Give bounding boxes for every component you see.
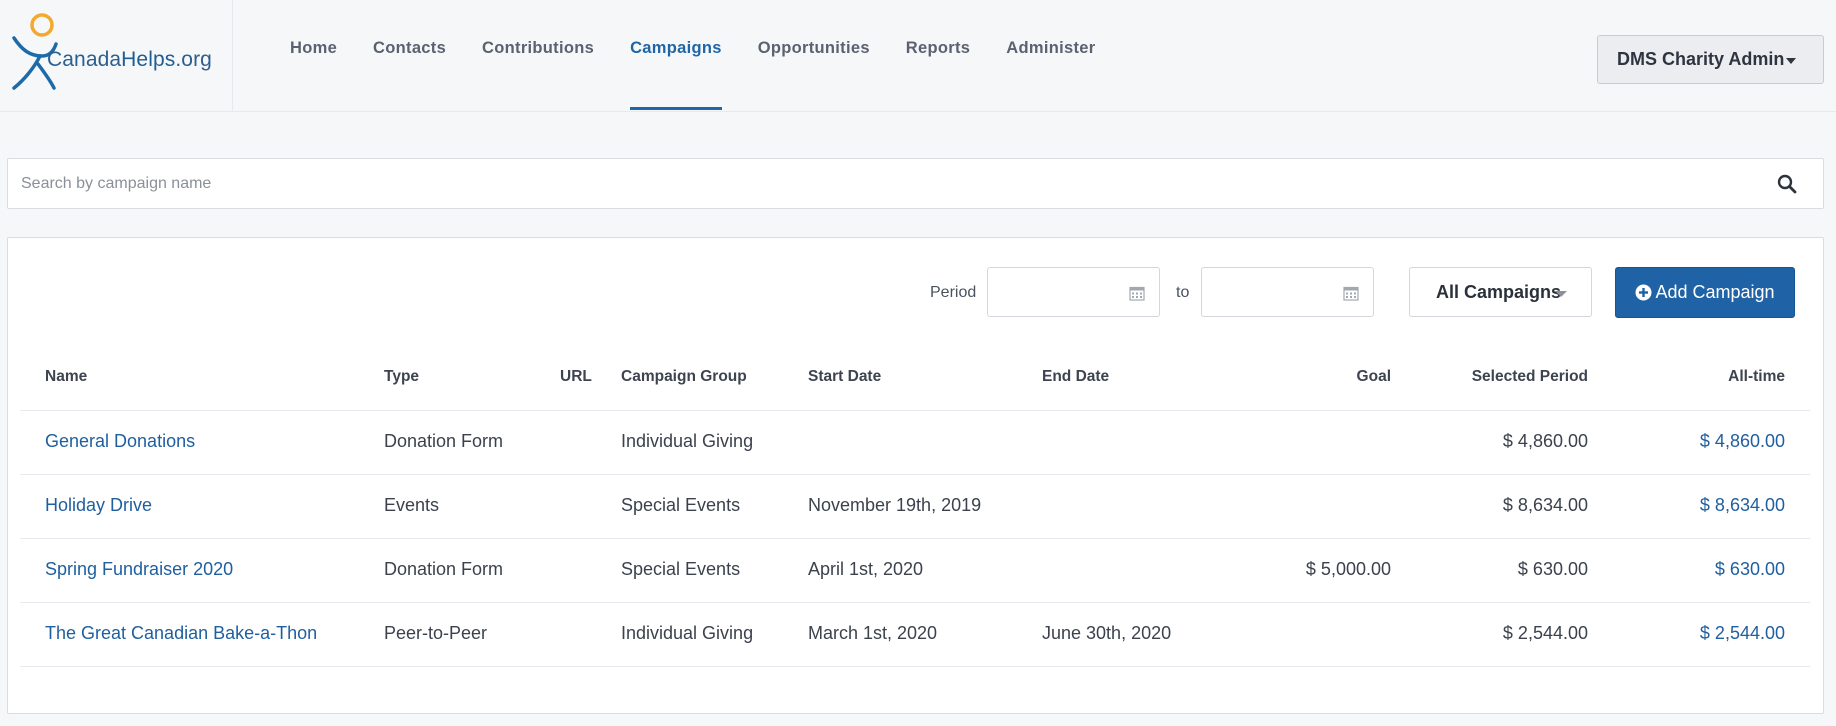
campaign-type: Donation Form xyxy=(384,431,504,451)
campaign-name-link[interactable]: General Donations xyxy=(45,431,195,452)
campaign-all-time-link[interactable]: $ 8,634.00 xyxy=(1700,495,1785,516)
campaign-selected-period-amount: $ 4,860.00 xyxy=(1502,431,1588,451)
campaign-start-date: November 19th, 2019 xyxy=(808,495,982,515)
campaign-start-date: April 1st, 2020 xyxy=(808,559,924,579)
brand-logo[interactable]: CanadaHelps.org xyxy=(0,0,233,111)
table-row: Holiday Drive Events Special Events Nove… xyxy=(20,475,1810,539)
campaign-all-time-link[interactable]: $ 2,544.00 xyxy=(1700,623,1785,644)
header-start-date[interactable]: Start Date xyxy=(808,368,881,386)
campaign-type: Peer-to-Peer xyxy=(384,623,488,643)
campaign-start-date: March 1st, 2020 xyxy=(808,623,938,643)
search-icon[interactable] xyxy=(1777,174,1797,194)
chevron-down-icon xyxy=(1786,58,1796,64)
table-row: The Great Canadian Bake-a-Thon Peer-to-P… xyxy=(20,603,1810,667)
top-header: CanadaHelps.org Home Contacts Contributi… xyxy=(0,0,1836,112)
header-campaign-group[interactable]: Campaign Group xyxy=(621,368,747,386)
campaign-type: Events xyxy=(384,495,440,515)
nav-opportunities[interactable]: Opportunities xyxy=(740,0,888,111)
period-label: Period xyxy=(930,284,977,301)
table-header: Name Type URL Campaign Group Start Date … xyxy=(20,338,1810,411)
to-label: to xyxy=(1176,284,1190,301)
header-all-time[interactable]: All-time xyxy=(1728,368,1785,386)
campaign-group: Special Events xyxy=(621,559,741,579)
campaigns-table: Name Type URL Campaign Group Start Date … xyxy=(20,338,1810,667)
calendar-icon xyxy=(1343,286,1359,301)
nav-home[interactable]: Home xyxy=(272,0,355,111)
campaign-selected-period-amount: $ 8,634.00 xyxy=(1502,495,1588,515)
campaign-all-time-link[interactable]: $ 4,860.00 xyxy=(1700,431,1785,452)
campaign-name-link[interactable]: The Great Canadian Bake-a-Thon xyxy=(45,623,317,644)
table-row: General Donations Donation Form Individu… xyxy=(20,411,1810,475)
nav-reports[interactable]: Reports xyxy=(888,0,988,111)
table-row: Spring Fundraiser 2020 Donation Form Spe… xyxy=(20,539,1810,603)
header-name[interactable]: Name xyxy=(45,368,87,386)
logo-wordmark: CanadaHelps.org xyxy=(47,48,212,72)
campaigns-panel: Period to All Campaigns Add Campaign Nam… xyxy=(7,237,1824,714)
main-nav: Home Contacts Contributions Campaigns Op… xyxy=(272,0,1113,111)
campaign-name-link[interactable]: Holiday Drive xyxy=(45,495,152,516)
plus-circle-icon xyxy=(1635,284,1652,301)
campaign-group: Special Events xyxy=(621,495,741,515)
campaign-group: Individual Giving xyxy=(621,431,754,451)
nav-administer[interactable]: Administer xyxy=(988,0,1113,111)
user-menu-button[interactable]: DMS Charity Admin xyxy=(1597,35,1824,84)
header-goal[interactable]: Goal xyxy=(1357,368,1391,386)
logo-text-helps: Helps xyxy=(121,48,176,71)
campaign-end-date: June 30th, 2020 xyxy=(1042,623,1172,643)
nav-contacts[interactable]: Contacts xyxy=(355,0,464,111)
logo-text-org: .org xyxy=(175,48,212,71)
campaign-goal: $ 5,000.00 xyxy=(1305,559,1391,579)
campaign-name-link[interactable]: Spring Fundraiser 2020 xyxy=(45,559,233,580)
campaign-selected-period-amount: $ 2,544.00 xyxy=(1502,623,1588,643)
campaign-all-time-link[interactable]: $ 630.00 xyxy=(1715,559,1785,580)
campaign-selected-period-amount: $ 630.00 xyxy=(1517,559,1588,579)
campaign-filter-dropdown[interactable]: All Campaigns xyxy=(1409,267,1592,317)
header-selected-period[interactable]: Selected Period xyxy=(1472,368,1588,386)
calendar-icon xyxy=(1129,286,1145,301)
header-end-date[interactable]: End Date xyxy=(1042,368,1109,386)
campaign-type: Donation Form xyxy=(384,559,504,579)
header-type[interactable]: Type xyxy=(384,368,419,386)
nav-campaigns[interactable]: Campaigns xyxy=(612,0,740,111)
campaign-group: Individual Giving xyxy=(621,623,754,643)
period-to-date-input[interactable] xyxy=(1201,267,1374,317)
add-campaign-label: Add Campaign xyxy=(1655,282,1775,302)
period-from-date-input[interactable] xyxy=(987,267,1160,317)
search-input[interactable] xyxy=(8,159,1748,208)
user-menu-label: DMS Charity Admin xyxy=(1617,49,1785,69)
chevron-down-icon xyxy=(1555,291,1567,297)
campaign-search-bar xyxy=(7,158,1824,209)
nav-contributions[interactable]: Contributions xyxy=(464,0,612,111)
logo-text-canada: Canada xyxy=(47,48,122,71)
campaign-filter-label: All Campaigns xyxy=(1436,281,1562,302)
add-campaign-button[interactable]: Add Campaign xyxy=(1615,267,1795,318)
header-url[interactable]: URL xyxy=(560,368,592,386)
